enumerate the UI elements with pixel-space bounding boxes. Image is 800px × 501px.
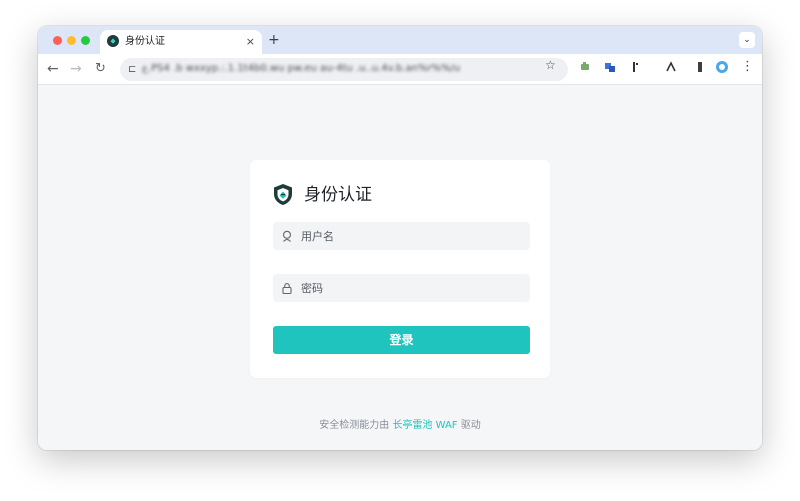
site-info-icon[interactable]: ⊏ <box>128 63 136 76</box>
footer-prefix: 安全检测能力由 <box>319 420 390 431</box>
address-bar[interactable]: ⊏ ع.PS4 .b wxxyp.:.1.1t4b0.wu pw.eu au-4… <box>120 58 568 81</box>
translate-extension-icon[interactable] <box>604 61 616 73</box>
maximize-window-button[interactable] <box>81 36 90 45</box>
text-extension-icon[interactable] <box>665 61 677 73</box>
tab-title: 身份认证 <box>125 36 165 47</box>
safeline-waf-link[interactable]: 长亭雷池 WAF <box>392 420 457 431</box>
footer-powered-by: 安全检测能力由 长亭雷池 WAF 驱动 <box>38 416 762 431</box>
tab-search-button[interactable]: ⌄ <box>739 32 755 48</box>
new-tab-button[interactable]: + <box>268 32 280 48</box>
lock-icon <box>282 283 292 294</box>
sidepanel-extension-icon[interactable] <box>694 61 706 73</box>
login-button[interactable]: 登录 <box>273 326 530 354</box>
tab-strip: 身份认证 × + ⌄ <box>38 26 762 54</box>
back-button[interactable]: ← <box>47 61 59 77</box>
reload-button[interactable]: ↻ <box>95 61 106 77</box>
close-window-button[interactable] <box>53 36 62 45</box>
shield-logo-icon <box>274 184 292 205</box>
forward-button[interactable]: → <box>70 61 82 77</box>
password-field[interactable] <box>273 274 530 302</box>
user-icon <box>282 230 292 242</box>
page-content: 身份认证 登录 安全检测能力由 长亭雷池 WAF 驱动 <box>38 85 762 450</box>
username-field[interactable] <box>273 222 530 250</box>
password-input[interactable] <box>301 274 526 302</box>
username-input[interactable] <box>301 222 526 250</box>
shield-favicon-icon <box>107 35 119 47</box>
tab-active[interactable]: 身份认证 × <box>100 30 262 54</box>
bookmark-star-icon[interactable]: ☆ <box>545 58 556 73</box>
puzzle-extension-icon[interactable] <box>579 61 591 73</box>
profile-extension-icon[interactable] <box>716 61 728 73</box>
minimize-window-button[interactable] <box>67 36 76 45</box>
footer-suffix: 驱动 <box>460 420 481 431</box>
page-title: 身份认证 <box>304 185 372 205</box>
browser-window: 身份认证 × + ⌄ ← → ↻ ⊏ ع.PS4 .b wxxyp.:.1.1t… <box>38 26 762 450</box>
browser-menu-icon[interactable]: ⋮ <box>741 59 754 74</box>
url-text[interactable]: ع.PS4 .b wxxyp.:.1.1t4b0.wu pw.eu au-4tu… <box>142 62 460 76</box>
browser-toolbar: ← → ↻ ⊏ ع.PS4 .b wxxyp.:.1.1t4b0.wu pw.e… <box>38 54 762 85</box>
login-card: 身份认证 登录 <box>250 160 550 378</box>
cursor-extension-icon[interactable] <box>628 61 640 73</box>
tab-close-icon[interactable]: × <box>246 35 255 48</box>
